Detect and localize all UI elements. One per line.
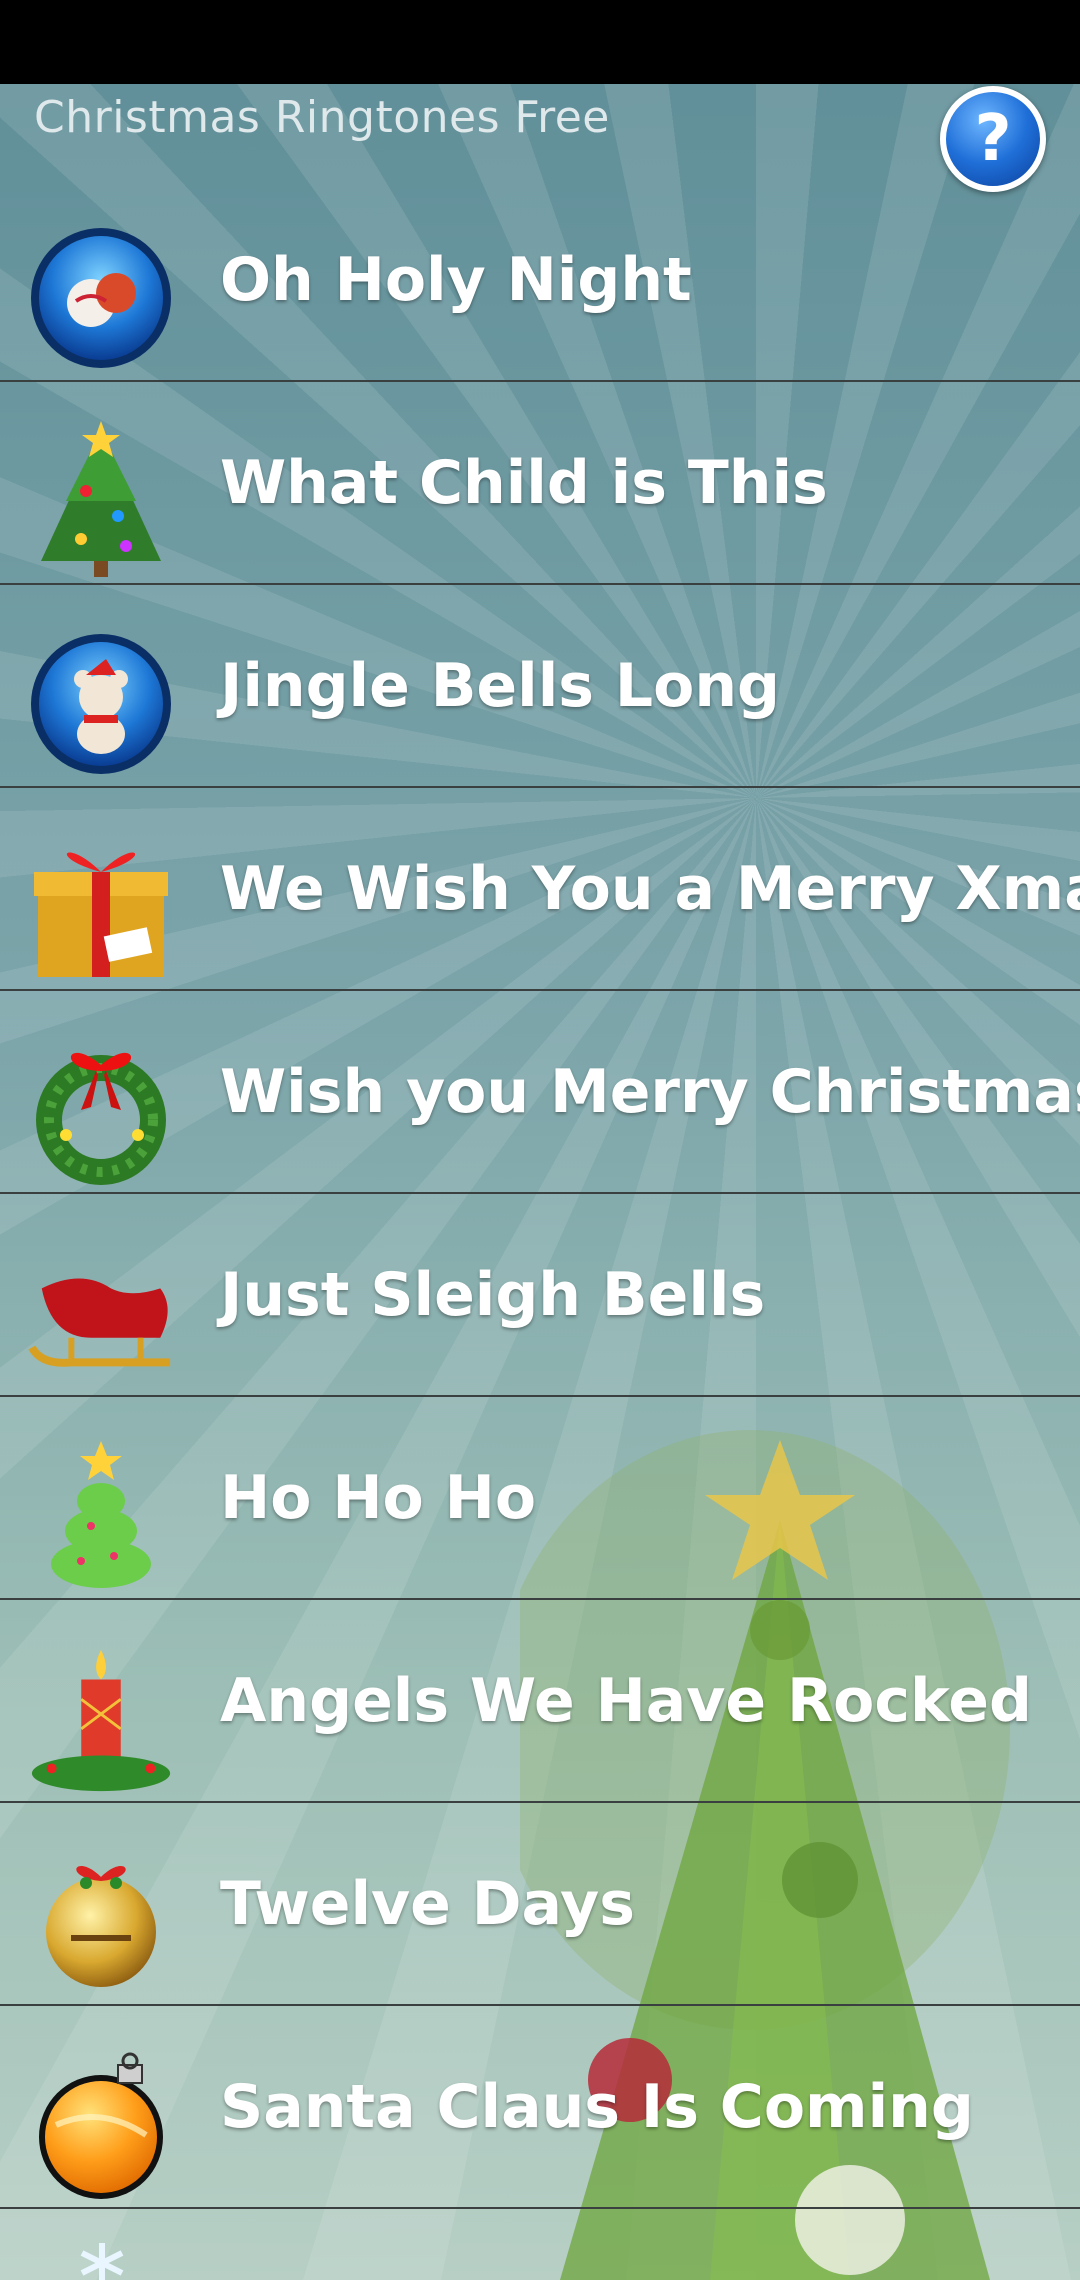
ringtone-label: Ho Ho Ho: [220, 1463, 537, 1533]
orange-ornament-icon: [22, 2046, 180, 2204]
help-button[interactable]: ?: [940, 86, 1046, 192]
app-header: Christmas Ringtones Free ?: [0, 84, 1080, 194]
jingle-bell-icon: [22, 1843, 180, 2001]
ringtone-row[interactable]: Just Sleigh Bells: [0, 1194, 1080, 1397]
app-title: Christmas Ringtones Free: [34, 92, 610, 143]
ringtone-label: Oh Holy Night: [220, 245, 692, 315]
ringtone-label: Santa Claus Is Coming: [220, 2072, 974, 2142]
ringtone-list: Oh Holy Night What Child is This Jingle …: [0, 179, 1080, 2209]
app-screen: Christmas Ringtones Free ? Oh Holy Night…: [0, 0, 1080, 2280]
partial-list-item[interactable]: [0, 2233, 1080, 2280]
wreath-icon: [22, 1031, 180, 1189]
status-bar: [0, 0, 1080, 84]
ringtone-label: Twelve Days: [220, 1869, 635, 1939]
ringtone-row[interactable]: Twelve Days: [0, 1803, 1080, 2006]
teddy-bear-blue-icon: [22, 625, 180, 783]
ringtone-label: What Child is This: [220, 448, 828, 518]
christmas-tree-icon: [22, 421, 180, 580]
ringtone-label: Jingle Bells Long: [220, 651, 780, 721]
gift-box-icon: [22, 828, 180, 986]
ringtone-row[interactable]: Angels We Have Rocked: [0, 1600, 1080, 1803]
ringtone-row[interactable]: Santa Claus Is Coming: [0, 2006, 1080, 2209]
ringtone-label: We Wish You a Merry Xmas: [220, 854, 1080, 924]
ringtone-row[interactable]: Oh Holy Night: [0, 179, 1080, 382]
ringtone-label: Angels We Have Rocked: [220, 1666, 1032, 1736]
sleigh-icon: [22, 1234, 180, 1392]
ringtone-row[interactable]: Jingle Bells Long: [0, 585, 1080, 788]
ornament-blue-icon: [22, 219, 180, 377]
ringtone-label: Just Sleigh Bells: [220, 1260, 766, 1330]
ringtone-row[interactable]: We Wish You a Merry Xmas: [0, 788, 1080, 991]
candle-icon: [22, 1640, 180, 1798]
ringtone-row[interactable]: Wish you Merry Christmas: [0, 991, 1080, 1194]
small-tree-icon: [22, 1437, 180, 1595]
ringtone-row[interactable]: Ho Ho Ho: [0, 1397, 1080, 1600]
question-mark-icon: ?: [974, 102, 1012, 176]
ringtone-label: Wish you Merry Christmas: [220, 1057, 1080, 1127]
ringtone-row[interactable]: What Child is This: [0, 382, 1080, 585]
snowflake-icon: [80, 2243, 124, 2280]
